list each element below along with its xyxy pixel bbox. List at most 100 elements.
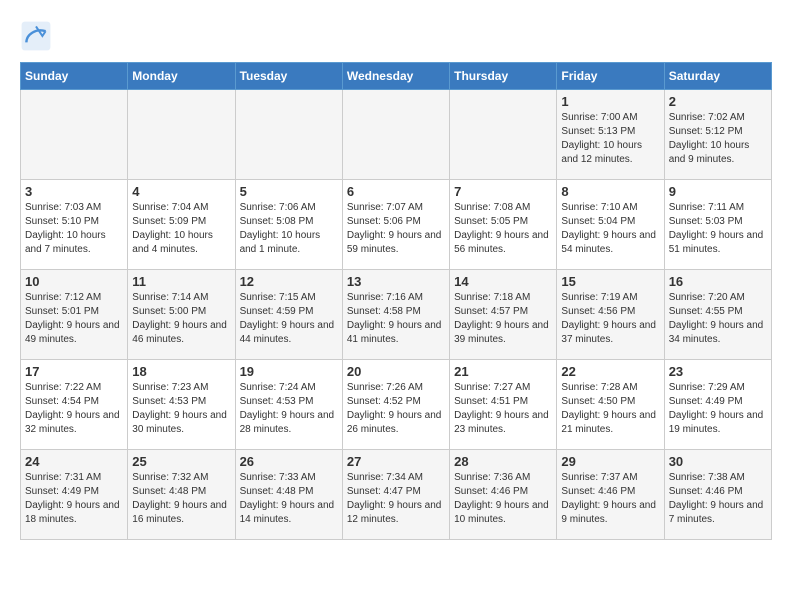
calendar-day-cell: 15 Sunrise: 7:19 AM Sunset: 4:56 PM Dayli… — [557, 270, 664, 360]
day-number: 12 — [240, 274, 338, 289]
calendar-week-row: 24Sunrise: 7:31 AM Sunset: 4:49 PM Dayli… — [21, 450, 772, 540]
calendar-table: SundayMondayTuesdayWednesdayThursdayFrid… — [20, 62, 772, 540]
calendar-header-day: Sunday — [21, 63, 128, 90]
day-number: 10 — [25, 274, 123, 289]
calendar-day-cell: 7 Sunrise: 7:08 AM Sunset: 5:05 PM Daylig… — [450, 180, 557, 270]
day-detail: Sunrise: 7:08 AM Sunset: 5:05 PM Dayligh… — [454, 201, 552, 257]
calendar-day-cell: 2 Sunrise: 7:02 AM Sunset: 5:12 PM Daylig… — [664, 90, 771, 180]
day-number: 11 — [132, 274, 230, 289]
calendar-day-cell: 12 Sunrise: 7:15 AM Sunset: 4:59 PM Dayli… — [235, 270, 342, 360]
calendar-day-cell: 26 Sunrise: 7:33 AM Sunset: 4:48 PM Dayli… — [235, 450, 342, 540]
day-detail: Sunrise: 7:24 AM Sunset: 4:53 PM Dayligh… — [240, 381, 338, 437]
day-detail: Sunrise: 7:33 AM Sunset: 4:48 PM Dayligh… — [240, 471, 338, 527]
calendar-week-row: 1 Sunrise: 7:00 AM Sunset: 5:13 PM Daylig… — [21, 90, 772, 180]
day-number: 23 — [669, 364, 767, 379]
calendar-header-row: SundayMondayTuesdayWednesdayThursdayFrid… — [21, 63, 772, 90]
calendar-day-cell: 25 Sunrise: 7:32 AM Sunset: 4:48 PM Dayli… — [128, 450, 235, 540]
day-number: 2 — [669, 94, 767, 109]
calendar-header-day: Saturday — [664, 63, 771, 90]
calendar-day-cell — [342, 90, 449, 180]
day-number: 15 — [561, 274, 659, 289]
calendar-day-cell: 3 Sunrise: 7:03 AM Sunset: 5:10 PM Daylig… — [21, 180, 128, 270]
day-detail: Sunrise: 7:32 AM Sunset: 4:48 PM Dayligh… — [132, 471, 230, 527]
day-number: 5 — [240, 184, 338, 199]
day-detail: Sunrise: 7:10 AM Sunset: 5:04 PM Dayligh… — [561, 201, 659, 257]
calendar-day-cell — [235, 90, 342, 180]
day-detail: Sunrise: 7:18 AM Sunset: 4:57 PM Dayligh… — [454, 291, 552, 347]
day-detail: Sunrise: 7:27 AM Sunset: 4:51 PM Dayligh… — [454, 381, 552, 437]
calendar-day-cell: 16 Sunrise: 7:20 AM Sunset: 4:55 PM Dayli… — [664, 270, 771, 360]
day-number: 18 — [132, 364, 230, 379]
header — [20, 20, 772, 52]
calendar-day-cell: 6 Sunrise: 7:07 AM Sunset: 5:06 PM Daylig… — [342, 180, 449, 270]
calendar-day-cell: 27 Sunrise: 7:34 AM Sunset: 4:47 PM Dayli… — [342, 450, 449, 540]
day-number: 3 — [25, 184, 123, 199]
day-number: 9 — [669, 184, 767, 199]
calendar-day-cell: 24Sunrise: 7:31 AM Sunset: 4:49 PM Dayli… — [21, 450, 128, 540]
calendar-week-row: 3 Sunrise: 7:03 AM Sunset: 5:10 PM Daylig… — [21, 180, 772, 270]
logo-icon — [20, 20, 52, 52]
day-detail: Sunrise: 7:03 AM Sunset: 5:10 PM Dayligh… — [25, 201, 123, 257]
calendar-day-cell: 11Sunrise: 7:14 AM Sunset: 5:00 PM Dayli… — [128, 270, 235, 360]
day-detail: Sunrise: 7:38 AM Sunset: 4:46 PM Dayligh… — [669, 471, 767, 527]
calendar-day-cell — [128, 90, 235, 180]
day-number: 22 — [561, 364, 659, 379]
calendar-day-cell: 21 Sunrise: 7:27 AM Sunset: 4:51 PM Dayli… — [450, 360, 557, 450]
calendar-day-cell: 13 Sunrise: 7:16 AM Sunset: 4:58 PM Dayli… — [342, 270, 449, 360]
day-number: 13 — [347, 274, 445, 289]
day-detail: Sunrise: 7:28 AM Sunset: 4:50 PM Dayligh… — [561, 381, 659, 437]
calendar-day-cell: 17 Sunrise: 7:22 AM Sunset: 4:54 PM Dayli… — [21, 360, 128, 450]
day-number: 6 — [347, 184, 445, 199]
day-number: 27 — [347, 454, 445, 469]
calendar-day-cell: 4Sunrise: 7:04 AM Sunset: 5:09 PM Daylig… — [128, 180, 235, 270]
day-detail: Sunrise: 7:37 AM Sunset: 4:46 PM Dayligh… — [561, 471, 659, 527]
calendar-day-cell: 18 Sunrise: 7:23 AM Sunset: 4:53 PM Dayli… — [128, 360, 235, 450]
day-number: 28 — [454, 454, 552, 469]
day-detail: Sunrise: 7:23 AM Sunset: 4:53 PM Dayligh… — [132, 381, 230, 437]
day-detail: Sunrise: 7:16 AM Sunset: 4:58 PM Dayligh… — [347, 291, 445, 347]
calendar-day-cell: 9 Sunrise: 7:11 AM Sunset: 5:03 PM Daylig… — [664, 180, 771, 270]
day-detail: Sunrise: 7:26 AM Sunset: 4:52 PM Dayligh… — [347, 381, 445, 437]
calendar-day-cell: 19 Sunrise: 7:24 AM Sunset: 4:53 PM Dayli… — [235, 360, 342, 450]
day-detail: Sunrise: 7:22 AM Sunset: 4:54 PM Dayligh… — [25, 381, 123, 437]
day-number: 1 — [561, 94, 659, 109]
day-detail: Sunrise: 7:00 AM Sunset: 5:13 PM Dayligh… — [561, 111, 659, 167]
calendar-header-day: Thursday — [450, 63, 557, 90]
calendar-day-cell: 23Sunrise: 7:29 AM Sunset: 4:49 PM Dayli… — [664, 360, 771, 450]
calendar-day-cell: 28Sunrise: 7:36 AM Sunset: 4:46 PM Dayli… — [450, 450, 557, 540]
day-detail: Sunrise: 7:04 AM Sunset: 5:09 PM Dayligh… — [132, 201, 230, 257]
calendar-day-cell — [21, 90, 128, 180]
day-number: 30 — [669, 454, 767, 469]
day-number: 26 — [240, 454, 338, 469]
calendar-week-row: 17 Sunrise: 7:22 AM Sunset: 4:54 PM Dayli… — [21, 360, 772, 450]
day-number: 25 — [132, 454, 230, 469]
day-detail: Sunrise: 7:02 AM Sunset: 5:12 PM Dayligh… — [669, 111, 767, 167]
day-number: 20 — [347, 364, 445, 379]
calendar-day-cell: 30 Sunrise: 7:38 AM Sunset: 4:46 PM Dayli… — [664, 450, 771, 540]
calendar-header-day: Friday — [557, 63, 664, 90]
calendar-day-cell: 8Sunrise: 7:10 AM Sunset: 5:04 PM Daylig… — [557, 180, 664, 270]
calendar-day-cell: 22 Sunrise: 7:28 AM Sunset: 4:50 PM Dayli… — [557, 360, 664, 450]
day-number: 16 — [669, 274, 767, 289]
calendar-day-cell: 14Sunrise: 7:18 AM Sunset: 4:57 PM Dayli… — [450, 270, 557, 360]
day-detail: Sunrise: 7:11 AM Sunset: 5:03 PM Dayligh… — [669, 201, 767, 257]
calendar-day-cell: 5 Sunrise: 7:06 AM Sunset: 5:08 PM Daylig… — [235, 180, 342, 270]
day-detail: Sunrise: 7:20 AM Sunset: 4:55 PM Dayligh… — [669, 291, 767, 347]
day-detail: Sunrise: 7:07 AM Sunset: 5:06 PM Dayligh… — [347, 201, 445, 257]
day-detail: Sunrise: 7:31 AM Sunset: 4:49 PM Dayligh… — [25, 471, 123, 527]
day-detail: Sunrise: 7:19 AM Sunset: 4:56 PM Dayligh… — [561, 291, 659, 347]
calendar-day-cell: 20 Sunrise: 7:26 AM Sunset: 4:52 PM Dayli… — [342, 360, 449, 450]
day-number: 7 — [454, 184, 552, 199]
day-detail: Sunrise: 7:15 AM Sunset: 4:59 PM Dayligh… — [240, 291, 338, 347]
day-detail: Sunrise: 7:34 AM Sunset: 4:47 PM Dayligh… — [347, 471, 445, 527]
calendar-day-cell: 29 Sunrise: 7:37 AM Sunset: 4:46 PM Dayli… — [557, 450, 664, 540]
day-detail: Sunrise: 7:06 AM Sunset: 5:08 PM Dayligh… — [240, 201, 338, 257]
day-number: 19 — [240, 364, 338, 379]
calendar-day-cell: 10Sunrise: 7:12 AM Sunset: 5:01 PM Dayli… — [21, 270, 128, 360]
day-number: 29 — [561, 454, 659, 469]
logo — [20, 20, 58, 52]
calendar-day-cell: 1 Sunrise: 7:00 AM Sunset: 5:13 PM Daylig… — [557, 90, 664, 180]
day-number: 17 — [25, 364, 123, 379]
calendar-day-cell — [450, 90, 557, 180]
day-number: 21 — [454, 364, 552, 379]
